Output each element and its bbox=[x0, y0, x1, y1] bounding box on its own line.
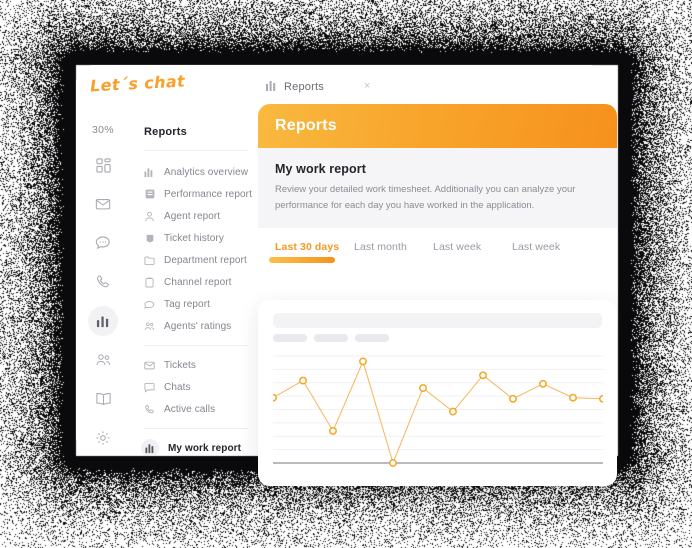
report-range-tab[interactable]: Last 30 days bbox=[275, 241, 354, 265]
rail-icon-list bbox=[76, 136, 130, 455]
reports-menu-item-label: My work report bbox=[168, 443, 241, 454]
chart-point bbox=[600, 396, 603, 402]
skeleton-chip bbox=[273, 334, 307, 342]
bar-chart-icon[interactable] bbox=[88, 306, 118, 336]
reports-menu-item-label: Department report bbox=[164, 255, 247, 266]
reports-panel-header: Reports bbox=[258, 104, 617, 148]
reports-panel-body: My work report Review your detailed work… bbox=[258, 148, 617, 442]
skeleton-bar bbox=[273, 313, 602, 328]
bar-chart-icon bbox=[141, 439, 159, 455]
reports-menu-item-label: Chats bbox=[164, 382, 191, 393]
chart-point bbox=[273, 395, 276, 401]
chart-line bbox=[273, 361, 603, 463]
reports-panel: Reports My work report Review your detai… bbox=[258, 104, 617, 442]
reports-panel-title: Reports bbox=[275, 117, 337, 135]
reports-menu-item[interactable]: Chats bbox=[130, 376, 260, 398]
reports-menu-item-label: Performance report bbox=[164, 189, 252, 200]
reports-menu-item-label: Analytics overview bbox=[164, 167, 248, 178]
reports-menu-list-secondary: Tickets Chats Active calls bbox=[130, 354, 260, 420]
chart-point bbox=[450, 408, 456, 414]
chart-point bbox=[540, 381, 546, 387]
reports-menu-active: My work report bbox=[130, 437, 260, 455]
mail-icon[interactable] bbox=[88, 189, 118, 219]
skeleton-chip-group bbox=[273, 334, 389, 342]
reports-menu-item[interactable]: Department report bbox=[130, 249, 260, 271]
reports-menu-item-label: Agent report bbox=[164, 211, 220, 222]
mail-icon bbox=[144, 360, 155, 371]
square-icon bbox=[144, 189, 155, 200]
reports-menu-item[interactable]: Active calls bbox=[130, 398, 260, 420]
reports-menu-item[interactable]: Tickets bbox=[130, 354, 260, 376]
reports-menu-item-label: Tag report bbox=[164, 299, 210, 310]
tab-reports[interactable]: Reports bbox=[266, 78, 324, 96]
chart-point bbox=[360, 358, 366, 364]
report-range-tabs: Last 30 days Last month Last week Last week bbox=[258, 228, 617, 265]
chart-point bbox=[480, 372, 486, 378]
report-range-tab[interactable]: Last week bbox=[433, 241, 512, 265]
chart-point bbox=[300, 377, 306, 383]
chart-point bbox=[510, 396, 516, 402]
chat-icon bbox=[144, 382, 155, 393]
report-intro: My work report Review your detailed work… bbox=[258, 148, 617, 228]
reports-menu-item-label: Channel report bbox=[164, 277, 232, 288]
reports-menu-item[interactable]: My work report bbox=[130, 437, 260, 455]
reports-menu-item[interactable]: Channel report bbox=[130, 271, 260, 293]
user-icon bbox=[144, 211, 155, 222]
chart-point bbox=[570, 395, 576, 401]
phone-icon[interactable] bbox=[88, 267, 118, 297]
gear-icon[interactable] bbox=[88, 423, 118, 453]
people-icon bbox=[144, 321, 155, 332]
reports-menu-item[interactable]: Ticket history bbox=[130, 227, 260, 249]
report-range-tab[interactable]: Last week bbox=[512, 241, 591, 265]
report-intro-title: My work report bbox=[275, 162, 600, 176]
reports-menu-item[interactable]: Agent report bbox=[130, 205, 260, 227]
bar-chart-icon bbox=[266, 78, 277, 96]
chat-icon[interactable] bbox=[88, 228, 118, 258]
reports-menu-list: Analytics overview Performance report Agen… bbox=[130, 151, 260, 337]
clipboard-icon bbox=[144, 277, 155, 288]
divider bbox=[144, 345, 248, 346]
chart-point bbox=[390, 460, 396, 466]
icon-rail: 30% bbox=[76, 110, 131, 455]
chart-point bbox=[420, 385, 426, 391]
ticket-icon bbox=[144, 233, 155, 244]
phone-icon bbox=[144, 404, 155, 415]
close-icon[interactable]: × bbox=[364, 81, 370, 92]
reports-menu-item-label: Active calls bbox=[164, 404, 215, 415]
app-logo: Let´s chat bbox=[90, 72, 186, 96]
rail-percent-label: 30% bbox=[76, 110, 130, 136]
report-intro-description: Review your detailed work timesheet. Add… bbox=[275, 182, 595, 213]
folder-icon bbox=[144, 255, 155, 266]
reports-column: Reports Analytics overview Performance re… bbox=[130, 110, 261, 455]
reports-menu-item-label: Tickets bbox=[164, 360, 196, 371]
grid-icon[interactable] bbox=[88, 150, 118, 180]
tag-icon bbox=[144, 299, 155, 310]
reports-menu-item[interactable]: Agents' ratings bbox=[130, 315, 260, 337]
reports-menu-item[interactable]: Performance report bbox=[130, 183, 260, 205]
tab-reports-label: Reports bbox=[284, 81, 324, 93]
report-range-tab[interactable]: Last month bbox=[354, 241, 433, 265]
reports-column-title: Reports bbox=[130, 110, 260, 138]
line-chart bbox=[273, 350, 603, 472]
chart-card bbox=[258, 300, 617, 486]
chart-point bbox=[330, 428, 336, 434]
reports-menu-item[interactable]: Analytics overview bbox=[130, 161, 260, 183]
bar-chart-icon bbox=[144, 167, 155, 178]
book-icon[interactable] bbox=[88, 384, 118, 414]
divider bbox=[144, 428, 248, 429]
reports-menu-item[interactable]: Tag report bbox=[130, 293, 260, 315]
people-icon[interactable] bbox=[88, 345, 118, 375]
reports-menu-item-label: Agents' ratings bbox=[164, 321, 231, 332]
skeleton-chip bbox=[314, 334, 348, 342]
skeleton-chip bbox=[355, 334, 389, 342]
reports-menu-item-label: Ticket history bbox=[164, 233, 224, 244]
